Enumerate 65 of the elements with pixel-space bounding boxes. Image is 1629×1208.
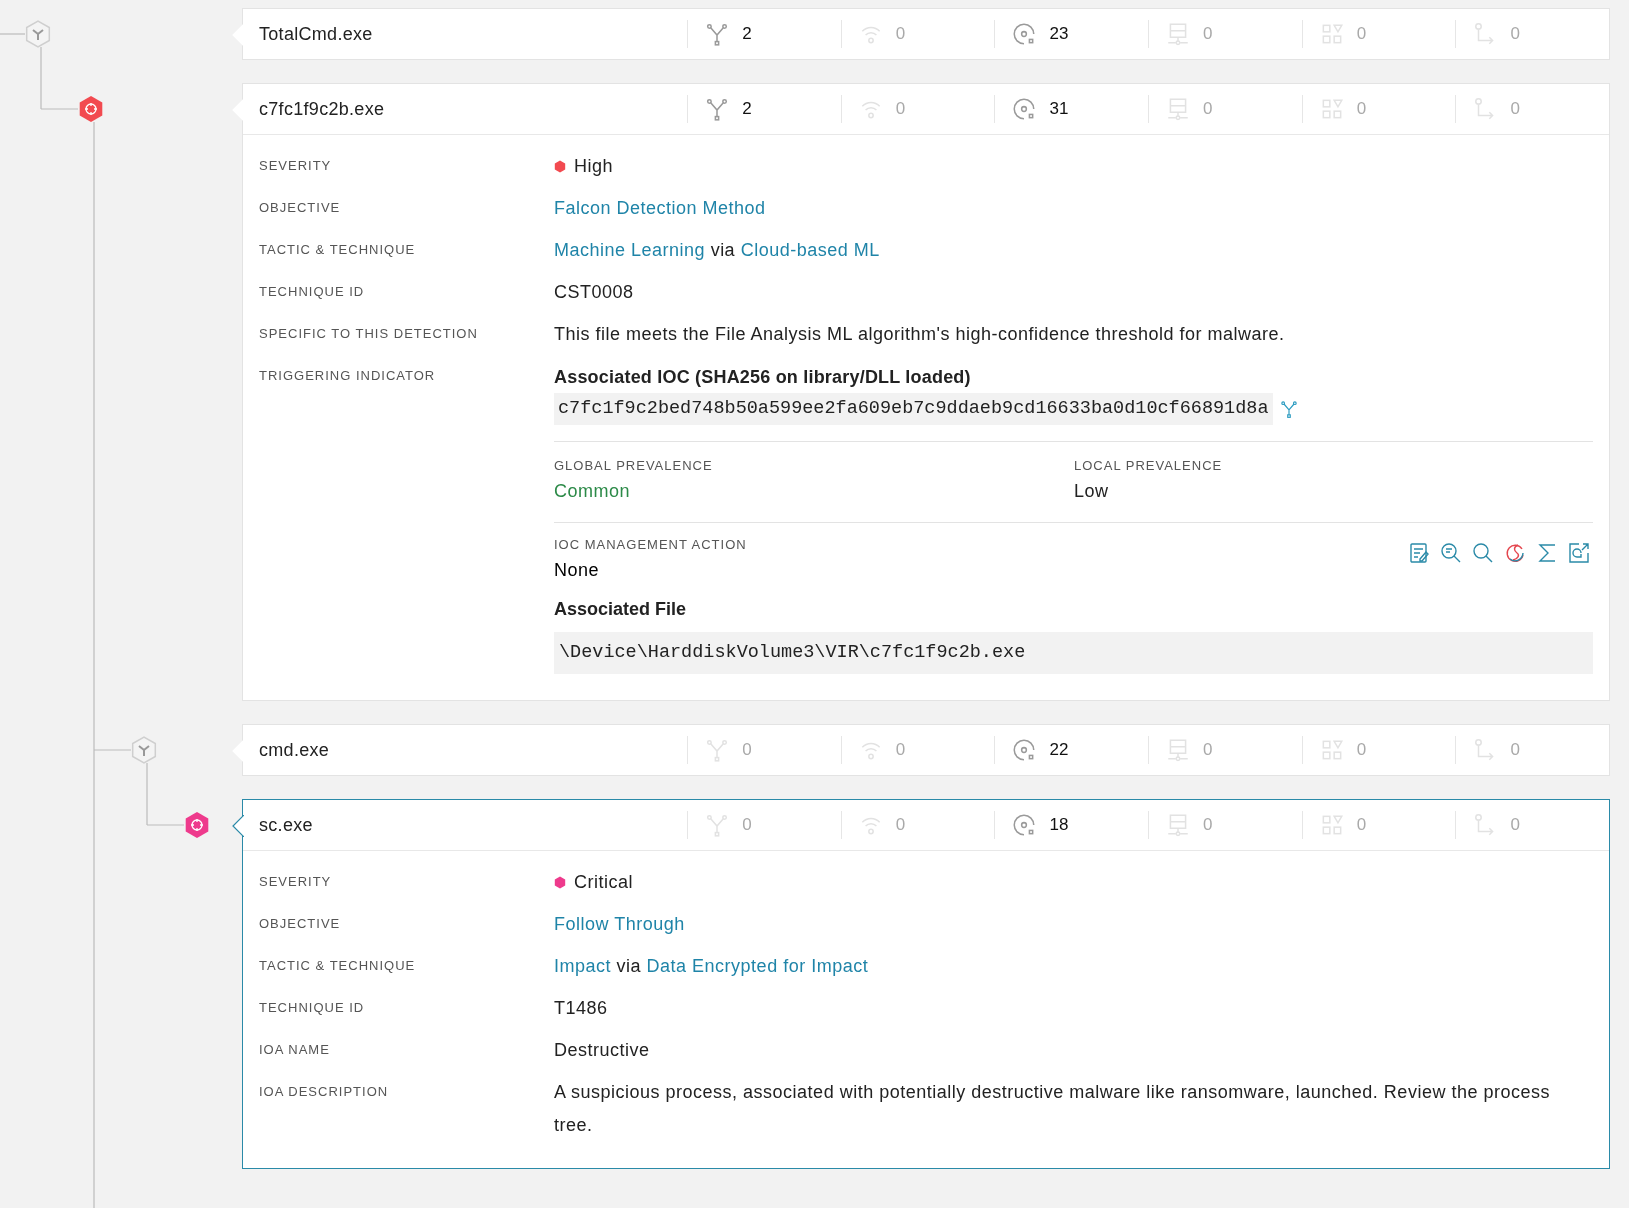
detail-label: OBJECTIVE <box>259 915 342 933</box>
stat-count: 0 <box>1203 24 1213 44</box>
stat-count: 0 <box>1203 815 1213 835</box>
technique-link[interactable]: Cloud-based ML <box>740 240 880 260</box>
prevalence-label: GLOBAL PREVALENCE <box>554 457 714 475</box>
technique-link[interactable]: Machine Learning <box>554 240 706 260</box>
detail-value: A suspicious process, associated with potentially destructive malware like ransomware, launched. Review the process tree. <box>554 1082 1550 1135</box>
stat-count: 0 <box>1510 740 1520 760</box>
stat-count: 23 <box>1049 24 1069 44</box>
prevalence-value: Common <box>554 480 632 503</box>
stat-count: 0 <box>742 740 752 760</box>
detail-label: TACTIC & TECHNIQUE <box>259 957 417 975</box>
detail-label: TECHNIQUE ID <box>259 283 366 301</box>
detail-value: CST0008 <box>554 282 634 302</box>
severity-value: High <box>574 155 614 178</box>
stat-count: 0 <box>1356 24 1367 44</box>
process-name: c7fc1f9c2b.exe <box>258 98 386 120</box>
detail-label: TRIGGERING INDICATOR <box>259 367 437 385</box>
stat-count: 0 <box>1356 815 1367 835</box>
stat-count: 0 <box>895 815 906 835</box>
detail-label: OBJECTIVE <box>259 199 342 217</box>
stat-count: 18 <box>1049 815 1069 835</box>
stat-count: 0 <box>895 24 906 44</box>
stat-count: 0 <box>1510 99 1520 119</box>
prevalence-label: LOCAL PREVALENCE <box>1074 457 1224 475</box>
stat-count: 2 <box>742 24 752 44</box>
detail-label: SPECIFIC TO THIS DETECTION <box>259 325 479 343</box>
prevalence-value: Low <box>1074 480 1110 503</box>
process-name: cmd.exe <box>258 739 331 761</box>
technique-link[interactable]: Data Encrypted for Impact <box>646 956 869 976</box>
stat-count: 0 <box>1356 99 1367 119</box>
detail-label: TACTIC & TECHNIQUE <box>259 241 417 259</box>
detail-value: This file meets the File Analysis ML algorithm's high-confidence threshold for malware. <box>554 324 1285 344</box>
file-title: Associated File <box>554 598 688 621</box>
detail-label: SEVERITY <box>259 157 333 175</box>
stat-count: 0 <box>1203 99 1213 119</box>
detail-value: T1486 <box>554 998 608 1018</box>
file-path: \Device\HarddiskVolume3\VIR\c7fc1f9c2b.exe <box>554 632 1593 674</box>
technique-link[interactable]: Falcon Detection Method <box>554 198 766 218</box>
stat-count: 0 <box>1356 740 1367 760</box>
stat-count: 0 <box>1203 740 1213 760</box>
stat-count: 0 <box>895 740 906 760</box>
hash-value: c7fc1f9c2bed748b50a599ee2fa609eb7c9ddaeb9cd16633ba0d10cf66891d8a <box>554 393 1273 425</box>
detail-value: Destructive <box>554 1040 650 1060</box>
stat-count: 22 <box>1049 740 1069 760</box>
detail-label: SEVERITY <box>259 873 333 891</box>
severity-value: Critical <box>574 871 633 894</box>
connector-text: via <box>616 956 642 976</box>
technique-link[interactable]: Follow Through <box>554 914 685 934</box>
detail-label: IOA NAME <box>259 1041 331 1059</box>
stat-count: 2 <box>742 99 752 119</box>
detail-label: TECHNIQUE ID <box>259 999 366 1017</box>
connector-text: via <box>710 240 736 260</box>
ioc-title: Associated IOC (SHA256 on library/DLL loaded) <box>554 366 972 389</box>
technique-link[interactable]: Impact <box>554 956 612 976</box>
process-name: TotalCmd.exe <box>258 23 374 45</box>
stat-count: 0 <box>742 815 752 835</box>
stat-count: 0 <box>895 99 906 119</box>
process-name: sc.exe <box>258 814 314 836</box>
stat-count: 0 <box>1510 815 1520 835</box>
action-label: IOC MANAGEMENT ACTION <box>554 536 747 554</box>
stat-count: 31 <box>1049 99 1069 119</box>
detail-label: IOA DESCRIPTION <box>259 1083 390 1101</box>
action-value: None <box>554 559 601 582</box>
stat-count: 0 <box>1510 24 1520 44</box>
